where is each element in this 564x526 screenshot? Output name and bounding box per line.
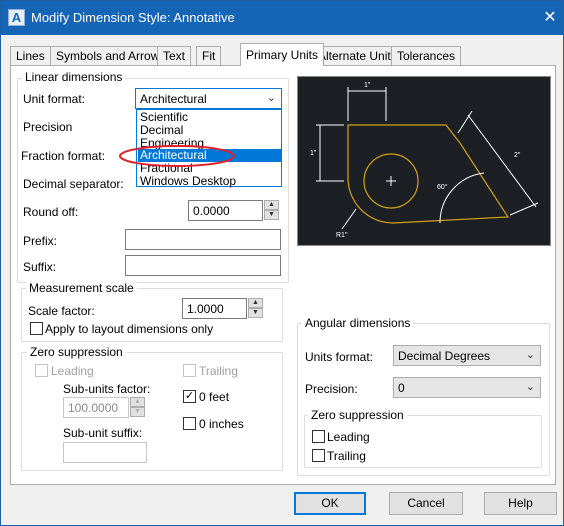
units-format-label: Units format: [305,350,374,364]
tab-alternate-units[interactable]: Alternate Units [312,46,403,65]
angular-precision-label: Precision: [305,382,358,396]
chevron-down-icon: ⌄ [525,381,535,393]
subunit-suffix-label: Sub-unit suffix: [63,426,143,440]
chevron-down-icon: ⌄ [266,92,276,104]
dim-diag-text: 2" [514,152,521,159]
zero-inches-label: 0 inches [199,417,244,431]
dim-radius-text: R1" [336,232,348,239]
scale-factor-spinner[interactable]: ▲ ▼ [248,298,263,319]
dimension-preview: 1" 1" 2" 60° R1" [297,76,551,246]
tab-lines[interactable]: Lines [10,46,51,65]
subunits-factor-input[interactable]: 100.0000 [63,397,129,418]
spin-up-icon[interactable]: ▲ [248,298,263,308]
dialog-window: A Modify Dimension Style: Annotative ✕ L… [0,0,564,526]
apply-layout-label: Apply to layout dimensions only [45,322,214,336]
angular-trailing-checkbox[interactable] [312,449,325,462]
round-off-input[interactable]: 0.0000 [188,200,263,221]
angular-dimensions-title: Angular dimensions [302,316,414,330]
tab-tolerances[interactable]: Tolerances [391,46,462,65]
tab-primary-units[interactable]: Primary Units [240,43,325,66]
precision-label: Precision [23,120,73,134]
zero-feet-label: 0 feet [199,390,230,404]
spin-up-icon[interactable]: ▲ [264,200,279,210]
suffix-label: Suffix: [23,260,57,274]
unit-format-label: Unit format: [23,92,86,106]
round-off-label: Round off: [23,205,79,219]
dim-top-text: 1" [364,82,371,89]
unit-format-combo[interactable]: Architectural ⌄ [135,88,282,109]
unit-option-windows-desktop[interactable]: Windows Desktop [138,175,281,188]
tab-text[interactable]: Text [157,46,192,65]
scale-factor-label: Scale factor: [28,304,95,318]
unit-format-value: Architectural [140,92,207,106]
trailing-checkbox[interactable] [183,364,196,377]
zero-suppression-title: Zero suppression [27,345,126,359]
angular-precision-combo[interactable]: 0 ⌄ [393,377,541,398]
window-title: Modify Dimension Style: Annotative [31,10,235,25]
title-bar[interactable]: A Modify Dimension Style: Annotative ✕ [1,1,563,35]
dim-left-text: 1" [310,150,317,157]
ok-button[interactable]: OK [294,492,366,515]
autocad-logo-icon: A [8,9,25,26]
round-off-value: 0.0000 [193,204,230,218]
cancel-button[interactable]: Cancel [389,492,463,515]
subunit-suffix-input[interactable] [63,442,147,463]
fraction-format-label: Fraction format: [21,149,106,163]
prefix-input[interactable] [125,229,281,250]
tab-fit[interactable]: Fit [196,46,222,65]
angular-zero-suppression-title: Zero suppression [308,408,407,422]
prefix-label: Prefix: [23,234,58,248]
preview-drawing: 1" 1" 2" 60° R1" [310,82,539,239]
angular-leading-label: Leading [327,430,370,444]
scale-factor-value: 1.0000 [187,302,224,316]
suffix-input[interactable] [125,255,281,276]
apply-layout-checkbox[interactable] [30,322,43,335]
angular-units-format-value: Decimal Degrees [398,349,491,363]
angular-units-format-combo[interactable]: Decimal Degrees ⌄ [393,345,541,366]
linear-dimensions-title: Linear dimensions [22,70,126,84]
close-icon[interactable]: ✕ [539,7,561,29]
spin-up-icon[interactable]: ▲ [130,397,145,407]
dim-angle-text: 60° [437,183,448,191]
zero-inches-checkbox[interactable] [183,417,196,430]
leading-checkbox[interactable] [35,364,48,377]
trailing-label: Trailing [199,364,238,378]
round-off-spinner[interactable]: ▲ ▼ [264,200,279,221]
subunits-factor-spinner[interactable]: ▲ ▼ [130,397,145,418]
leading-label: Leading [51,364,94,378]
measurement-scale-title: Measurement scale [26,281,137,295]
subunits-factor-label: Sub-units factor: [63,382,151,396]
decimal-separator-label: Decimal separator: [23,177,124,191]
subunits-factor-value: 100.0000 [68,401,119,415]
highlight-ellipse-annotation [119,145,235,167]
zero-feet-checkbox[interactable]: ✓ [183,390,196,403]
help-button[interactable]: Help [484,492,557,515]
angular-leading-checkbox[interactable] [312,430,325,443]
tab-symbols-and-arrows[interactable]: Symbols and Arrows [50,46,172,65]
scale-factor-input[interactable]: 1.0000 [182,298,247,319]
angular-precision-value: 0 [398,381,405,395]
spin-down-icon[interactable]: ▼ [248,308,263,318]
spin-down-icon[interactable]: ▼ [264,210,279,220]
chevron-down-icon: ⌄ [525,349,535,361]
angular-trailing-label: Trailing [327,449,366,463]
spin-down-icon[interactable]: ▼ [130,407,145,417]
